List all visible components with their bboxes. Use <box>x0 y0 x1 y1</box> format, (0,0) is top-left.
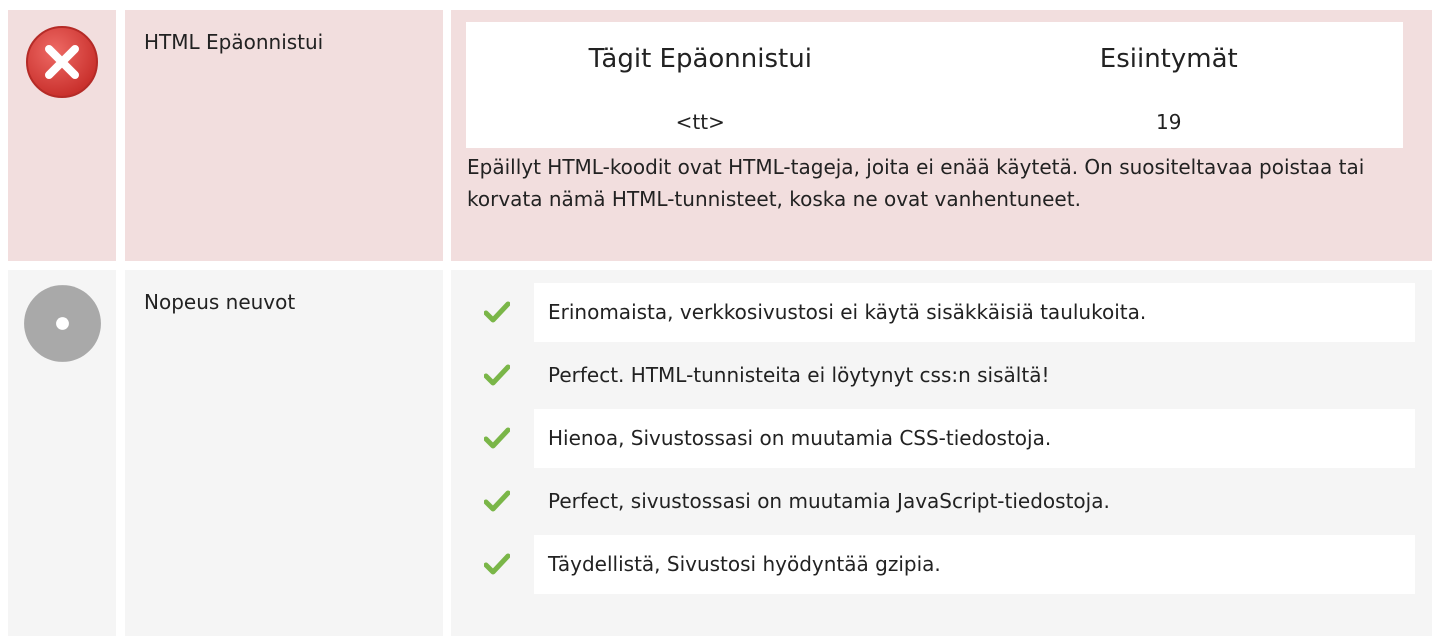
list-item: Täydellistä, Sivustosi hyödyntää gzipia. <box>471 535 1415 594</box>
column-header-occurrences: Esiintymät <box>934 22 1403 96</box>
check-icon <box>484 553 510 575</box>
list-item-text: Hienoa, Sivustossasi on muutamia CSS-tie… <box>534 409 1415 468</box>
error-x-icon <box>26 26 98 98</box>
table-header-row: Tägit Epäonnistui Esiintymät <box>466 22 1403 96</box>
list-item-text: Erinomaista, verkkosivustosi ei käytä si… <box>534 283 1415 342</box>
list-item-text: Täydellistä, Sivustosi hyödyntää gzipia. <box>534 535 1415 594</box>
speed-tips-label-cell: Nopeus neuvot <box>125 270 443 636</box>
column-header-tags: Tägit Epäonnistui <box>466 22 935 96</box>
speed-tips-list: Erinomaista, verkkosivustosi ei käytä si… <box>471 283 1415 598</box>
table-cell-tag: <tt> <box>466 96 935 148</box>
speed-tips-body: Erinomaista, verkkosivustosi ei käytä si… <box>451 270 1432 636</box>
list-item: Perfect. HTML-tunnisteita ei löytynyt cs… <box>471 346 1415 405</box>
list-item-text: Perfect, sivustossasi on muutamia JavaSc… <box>548 489 1110 513</box>
failed-tags-table: Tägit Epäonnistui Esiintymät <tt> 19 <box>466 22 1403 148</box>
list-item-text: Perfect. HTML-tunnisteita ei löytynyt cs… <box>548 363 1050 387</box>
html-check-label-cell: HTML Epäonnistui <box>125 10 443 261</box>
html-check-description: Epäillyt HTML-koodit ovat HTML-tageja, j… <box>467 155 1365 211</box>
speed-tips-label: Nopeus neuvot <box>144 290 296 314</box>
list-item: Hienoa, Sivustossasi on muutamia CSS-tie… <box>471 409 1415 468</box>
list-item: Perfect, sivustossasi on muutamia JavaSc… <box>471 472 1415 531</box>
speed-tips-status-cell <box>8 270 116 636</box>
html-check-body: Tägit Epäonnistui Esiintymät <tt> 19 Epä… <box>451 10 1432 261</box>
table-cell-count: 19 <box>934 96 1403 148</box>
check-icon <box>484 490 510 512</box>
check-icon <box>484 301 510 323</box>
check-icon <box>484 364 510 386</box>
speed-tips-row: Nopeus neuvot Erinomaista, verkkosivusto… <box>8 270 1432 636</box>
list-item: Erinomaista, verkkosivustosi ei käytä si… <box>471 283 1415 342</box>
html-check-label: HTML Epäonnistui <box>144 30 324 54</box>
html-check-status-cell <box>8 10 116 261</box>
neutral-circle-icon <box>24 285 101 362</box>
check-icon <box>484 427 510 449</box>
table-row: <tt> 19 <box>466 96 1403 148</box>
html-check-row: HTML Epäonnistui Tägit Epäonnistui Esiin… <box>8 10 1432 261</box>
